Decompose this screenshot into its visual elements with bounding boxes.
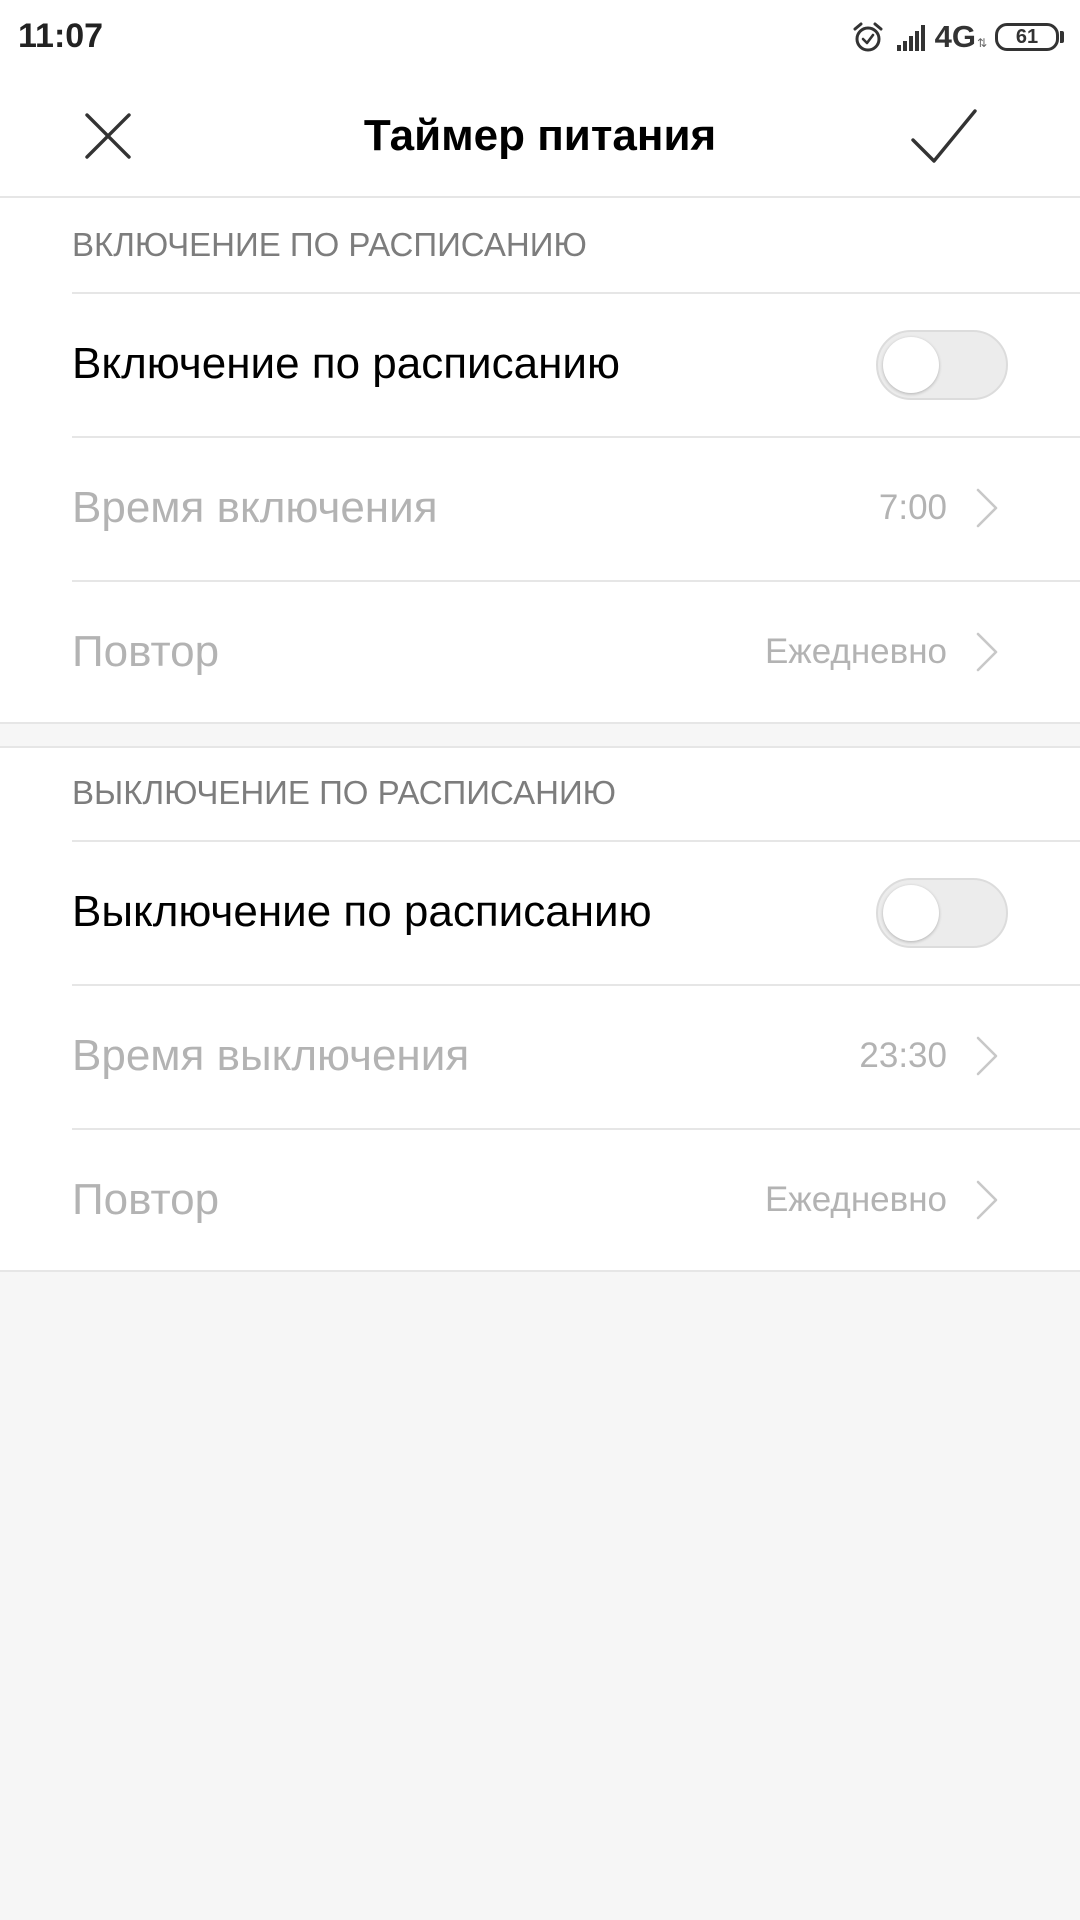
status-icons: 4G ⇅ 61: [851, 14, 1064, 60]
power-on-repeat-row[interactable]: Повтор Ежедневно: [0, 580, 1080, 724]
power-off-repeat-value: Ежедневно: [764, 1180, 947, 1219]
row-label: Повтор: [72, 1175, 220, 1224]
chevron-right-icon: [976, 1180, 998, 1220]
section-header: ВЫКЛЮЧЕНИЕ ПО РАСПИСАНИЮ: [72, 774, 617, 811]
schedule-on-toggle[interactable]: [876, 330, 1008, 400]
chevron-right-icon: [976, 1036, 998, 1076]
power-on-time-value: 7:00: [878, 488, 947, 527]
toggle-knob: [883, 885, 939, 941]
section-border: [0, 722, 1080, 724]
row-label: Повтор: [72, 627, 220, 676]
section-header: ВКЛЮЧЕНИЕ ПО РАСПИСАНИЮ: [72, 226, 587, 263]
row-label: Время включения: [72, 483, 438, 532]
chevron-right-icon: [976, 632, 998, 672]
power-off-time-row[interactable]: Время выключения 23:30: [0, 984, 1080, 1128]
row-label: Выключение по расписанию: [72, 887, 652, 936]
app-bar: Таймер питания: [0, 74, 1080, 198]
chevron-right-icon: [976, 488, 998, 528]
row-label: Время выключения: [72, 1031, 470, 1080]
toggle-knob: [883, 337, 939, 393]
schedule-on-toggle-row[interactable]: Включение по расписанию: [0, 292, 1080, 436]
battery-icon: 61: [995, 23, 1059, 51]
close-button[interactable]: [68, 96, 148, 176]
power-on-repeat-value: Ежедневно: [764, 632, 947, 671]
row-label: Включение по расписанию: [72, 339, 620, 388]
schedule-off-section: ВЫКЛЮЧЕНИЕ ПО РАСПИСАНИЮ Выключение по р…: [0, 746, 1080, 1272]
signal-icon: [896, 23, 931, 51]
section-border: [0, 1270, 1080, 1272]
schedule-off-toggle-row[interactable]: Выключение по расписанию: [0, 840, 1080, 984]
alarm-icon: [851, 20, 885, 54]
check-icon: [911, 109, 977, 163]
battery-tip: [1060, 31, 1064, 43]
status-bar: 11:07 4G ⇅ 61: [0, 0, 1080, 74]
network-type: 4G: [934, 19, 976, 54]
battery-level: 61: [1015, 25, 1039, 48]
confirm-button[interactable]: [904, 96, 984, 176]
data-activity-icon: ⇅: [976, 36, 987, 50]
schedule-off-toggle[interactable]: [876, 878, 1008, 948]
power-off-repeat-row[interactable]: Повтор Ежедневно: [0, 1128, 1080, 1272]
power-off-time-value: 23:30: [859, 1036, 947, 1075]
status-time: 11:07: [18, 17, 104, 55]
power-on-time-row[interactable]: Время включения 7:00: [0, 436, 1080, 580]
schedule-on-section: ВКЛЮЧЕНИЕ ПО РАСПИСАНИЮ Включение по рас…: [0, 198, 1080, 724]
close-icon: [85, 113, 131, 159]
